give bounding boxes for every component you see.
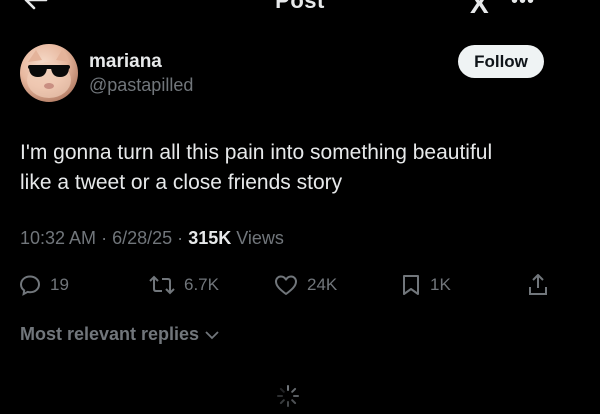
- author-display-name[interactable]: mariana: [89, 51, 162, 73]
- meta-separator: ·: [177, 228, 184, 248]
- post-time[interactable]: 10:32 AM: [20, 228, 96, 248]
- reply-count: 19: [50, 275, 69, 294]
- bookmark-button[interactable]: 1K: [400, 268, 451, 302]
- views-label: Views: [236, 228, 284, 248]
- post-meta: 10:32 AM · 6/28/25 · 315K Views: [20, 228, 284, 249]
- post-text-line: like a tweet or a close friends story: [20, 171, 343, 194]
- ellipsis-icon[interactable]: •••: [511, 0, 535, 13]
- share-button[interactable]: [526, 268, 550, 302]
- x-logo: X: [470, 0, 489, 19]
- replies-sort-dropdown[interactable]: Most relevant replies: [20, 324, 219, 345]
- top-bar: Post X •••: [0, 0, 600, 20]
- follow-button[interactable]: Follow: [458, 45, 544, 78]
- repost-count: 6.7K: [184, 275, 219, 294]
- replies-sort-label: Most relevant replies: [20, 324, 200, 344]
- chevron-down-icon: [205, 330, 219, 339]
- cat-sunglasses-image: [27, 50, 71, 98]
- loading-spinner-icon: [277, 385, 299, 407]
- share-icon: [529, 274, 547, 295]
- views-count[interactable]: 315K: [188, 228, 231, 248]
- avatar[interactable]: [20, 44, 78, 102]
- page-title: Post: [275, 0, 325, 13]
- bookmark-count: 1K: [430, 275, 451, 294]
- bookmark-icon: [403, 275, 419, 295]
- action-bar: 19 6.7K 24K 1K: [0, 268, 600, 302]
- reply-icon: [19, 275, 41, 296]
- repost-icon: [149, 275, 175, 295]
- post-text-line: I'm gonna turn all this pain into someth…: [20, 141, 493, 164]
- reply-button[interactable]: 19: [18, 268, 69, 302]
- author-handle[interactable]: @pastapilled: [89, 75, 193, 96]
- post-date[interactable]: 6/28/25: [112, 228, 172, 248]
- like-button[interactable]: 24K: [273, 268, 337, 302]
- like-count: 24K: [307, 275, 338, 294]
- heart-icon: [275, 275, 297, 295]
- post-text: I'm gonna turn all this pain into someth…: [20, 138, 580, 198]
- repost-button[interactable]: 6.7K: [148, 268, 219, 302]
- meta-separator: ·: [101, 228, 108, 248]
